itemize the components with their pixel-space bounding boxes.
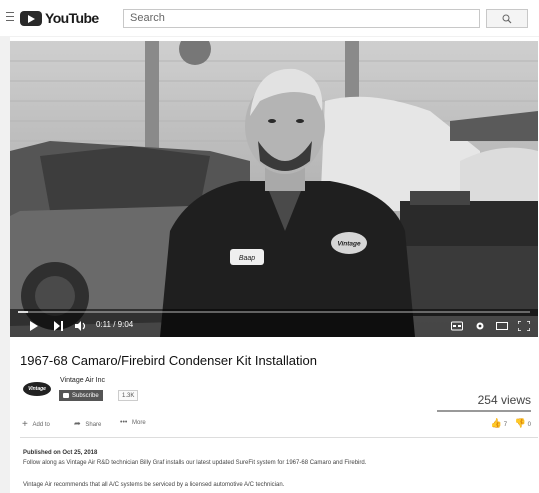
more-icon: •••: [120, 419, 128, 426]
progress-bar[interactable]: [18, 311, 530, 313]
thumbs-down-icon: 👎: [514, 418, 526, 428]
divider: [20, 437, 538, 438]
captions-icon[interactable]: [451, 321, 463, 331]
share-icon: ➦: [74, 419, 81, 428]
youtube-logo[interactable]: YouTube: [20, 10, 99, 26]
dislike-count: 0: [527, 422, 531, 428]
channel-avatar[interactable]: Vintage: [23, 382, 51, 396]
search-button[interactable]: [486, 9, 528, 28]
shirt-patch: Vintage: [331, 232, 367, 254]
subscribe-button[interactable]: Subscribe: [59, 390, 103, 401]
search-icon: [502, 14, 512, 23]
subscribe-label: Subscribe: [72, 392, 99, 399]
volume-icon[interactable]: [74, 321, 88, 331]
add-to-label: Add to: [32, 422, 50, 428]
plus-icon: +: [22, 419, 28, 430]
publish-date: Published on Oct 25, 2018: [23, 450, 98, 456]
video-player[interactable]: Vintage Baap 0:11 / 9:04: [10, 41, 538, 337]
play-icon[interactable]: [28, 321, 40, 331]
svg-text:Baap: Baap: [239, 255, 255, 262]
share-button[interactable]: ➦ Share: [74, 419, 101, 428]
fullscreen-icon[interactable]: [518, 321, 530, 331]
player-controls: 0:11 / 9:04: [10, 309, 538, 337]
view-count: 254 views: [477, 393, 531, 407]
video-frame: Vintage Baap: [10, 41, 538, 337]
share-label: Share: [85, 422, 102, 428]
like-ratio-bar: [437, 410, 531, 412]
logo-text: YouTube: [45, 10, 99, 26]
more-label: More: [132, 420, 146, 426]
watch-page: Vintage Baap 0:11 / 9:04 1967-68 Camaro/…: [10, 37, 539, 493]
settings-icon[interactable]: [474, 321, 486, 331]
subscriber-count: 1.3K: [118, 390, 139, 401]
description-line: Vintage Air recommends that all A/C syst…: [23, 482, 285, 488]
like-button[interactable]: 👍 7: [491, 418, 509, 428]
dislike-button[interactable]: 👎 0: [515, 418, 531, 428]
channel-name[interactable]: Vintage Air Inc: [60, 377, 105, 384]
like-count: 7: [503, 422, 508, 428]
add-to-button[interactable]: + Add to: [22, 419, 50, 430]
time-display: 0:11 / 9:04: [96, 320, 134, 329]
search-input[interactable]: Search: [123, 9, 480, 28]
rating-buttons: 👍 7 👎 0: [491, 418, 531, 429]
svg-text:Vintage: Vintage: [337, 241, 361, 248]
name-tag: Baap: [230, 249, 264, 265]
thumbs-up-icon: 👍: [490, 418, 503, 428]
more-button[interactable]: ••• More: [120, 419, 146, 426]
youtube-play-icon: [20, 10, 42, 26]
description-line: Follow along as Vintage Air R&D technici…: [23, 460, 367, 466]
menu-icon[interactable]: [6, 12, 14, 21]
video-title: 1967-68 Camaro/Firebird Condenser Kit In…: [20, 353, 317, 368]
theater-mode-icon[interactable]: [496, 321, 508, 331]
top-bar: YouTube Search: [0, 0, 539, 36]
progress-fill: [18, 311, 29, 313]
next-icon[interactable]: [52, 321, 64, 331]
subscribe-play-icon: [63, 393, 69, 398]
channel-logo-text: Vintage: [28, 386, 46, 392]
